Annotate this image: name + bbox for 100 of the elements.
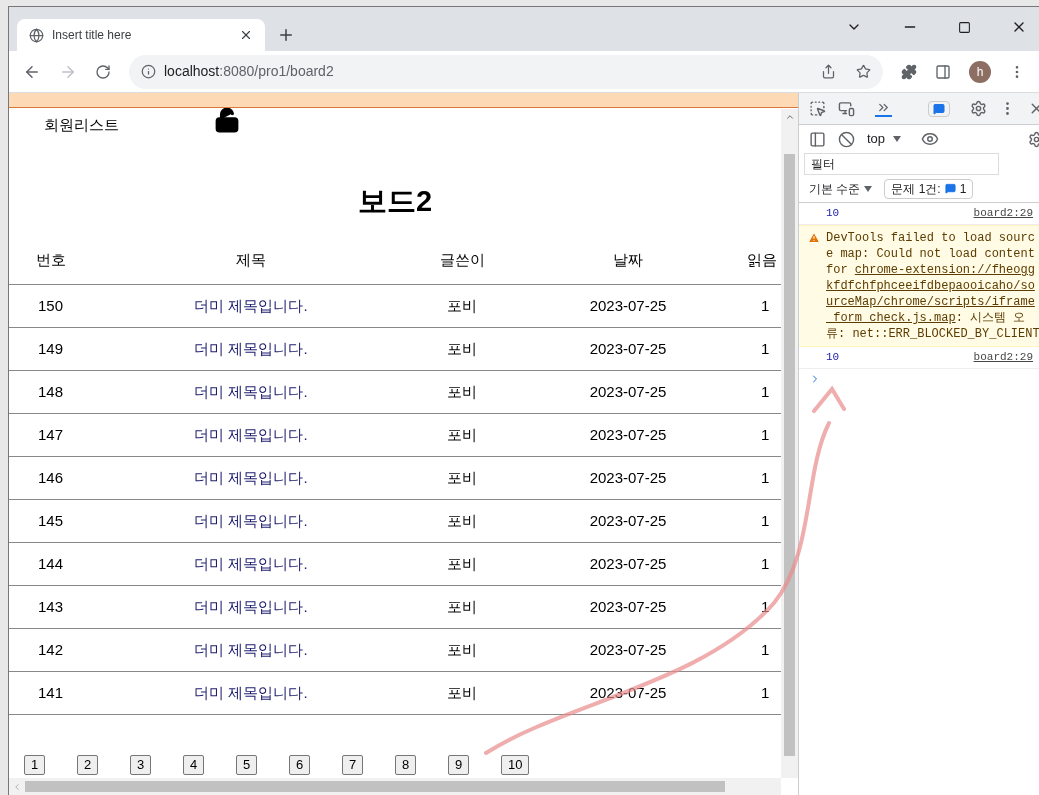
page-button[interactable]: 2 [77, 754, 99, 775]
reload-icon[interactable] [95, 63, 111, 80]
title-link[interactable]: 더미 제목입니다. [93, 466, 409, 490]
globe-icon [29, 27, 44, 43]
table-cell-text: 1 [760, 553, 771, 574]
column-header: 읽음 [746, 249, 778, 270]
table-cell-text: 2023-07-25 [588, 596, 668, 617]
column-header: 제목 [235, 249, 267, 270]
unlocked-icon[interactable] [214, 108, 240, 133]
table-cell-text: 1 [760, 596, 771, 617]
table-cell-text: 포비 [446, 510, 478, 531]
table-cell-text: 150 [37, 295, 65, 316]
side-panel-icon[interactable] [935, 63, 951, 80]
tab-title: Insert title here [52, 27, 133, 44]
page-button[interactable]: 4 [183, 754, 205, 775]
browser-tab[interactable]: Insert title here [17, 19, 265, 51]
page-button[interactable]: 8 [395, 754, 417, 775]
table-cell-text: 포비 [446, 338, 478, 359]
page-heading: 보드2 [356, 184, 434, 219]
table-cell-text: 147 [37, 424, 65, 445]
scroll-up-icon[interactable] [784, 112, 795, 122]
issues-button[interactable]: 문제 1건: 1 [884, 178, 974, 199]
url-text: localhost:8080/pro1/board2 [164, 62, 335, 81]
table-cell-text: 2023-07-25 [588, 424, 668, 445]
info-icon [141, 64, 156, 79]
table-cell-text: 144 [37, 553, 65, 574]
close-tab-icon[interactable] [239, 28, 253, 42]
vertical-scrollbar[interactable] [781, 109, 798, 778]
table-cell-text: 포비 [446, 381, 478, 402]
table-cell-text: 2023-07-25 [588, 510, 668, 531]
horizontal-scrollbar[interactable] [9, 778, 781, 795]
table-cell-text: 포비 [446, 639, 478, 660]
device-toolbar-icon[interactable] [838, 100, 855, 117]
inspect-icon[interactable] [809, 100, 826, 117]
table-cell-text: 2023-07-25 [588, 639, 668, 660]
table-cell-text: 2023-07-25 [588, 553, 668, 574]
extensions-icon[interactable] [901, 63, 917, 80]
title-link[interactable]: 더미 제목입니다. [93, 638, 409, 662]
table-cell-text: 141 [37, 682, 65, 703]
levels-dropdown[interactable]: 기본 수준 [809, 179, 873, 198]
table-cell-text: 142 [37, 639, 65, 660]
table-cell-text: 포비 [446, 424, 478, 445]
table-cell-text: 1 [760, 338, 771, 359]
warning-text: DevTools failed to load source map: Could not load content for chrome-extension://fheoggkfdfchfphceeifdbepaooicaho/sourceMap/chrome/scripts/iframe_form_check.js.map: 시스템 오류: net::ERR_BLOCKED_BY_CLIENT [826, 231, 1039, 341]
filter-field[interactable]: 필터 [804, 153, 999, 175]
table-cell-text: 1 [760, 639, 771, 660]
title-link[interactable]: 더미 제목입니다. [93, 509, 409, 533]
page-button[interactable]: 10 [501, 754, 530, 775]
table-cell-text: 2023-07-25 [588, 467, 668, 488]
title-link[interactable]: 더미 제목입니다. [93, 380, 409, 404]
title-link[interactable]: 더미 제목입니다. [93, 595, 409, 619]
source-link[interactable]: board2:29 [973, 205, 1033, 222]
table-cell-text: 2023-07-25 [588, 381, 668, 402]
column-header: 날짜 [612, 249, 644, 270]
profile-avatar[interactable]: h [969, 60, 991, 83]
settings-icon[interactable] [970, 100, 987, 117]
member-list-link[interactable]: 회원리스트 [44, 113, 119, 137]
log-value: 10 [826, 350, 840, 366]
column-header: 번호 [35, 249, 67, 270]
page-button[interactable]: 6 [289, 754, 311, 775]
bookmark-icon[interactable] [856, 64, 871, 79]
table-cell-text: 149 [37, 338, 65, 359]
eye-icon[interactable] [921, 130, 940, 148]
table-cell-text: 포비 [446, 682, 478, 703]
table-cell-text: 1 [760, 510, 771, 531]
address-bar[interactable]: localhost:8080/pro1/board2 [129, 54, 883, 89]
title-link[interactable]: 더미 제목입니다. [93, 337, 409, 361]
issues-badge[interactable] [928, 100, 950, 117]
table-cell-text: 2023-07-25 [588, 338, 668, 359]
table-cell-text: 146 [37, 467, 65, 488]
maximize-icon[interactable] [958, 20, 971, 34]
source-link[interactable]: board2:29 [973, 349, 1033, 366]
sidebar-toggle-icon[interactable] [809, 130, 826, 148]
share-icon[interactable] [821, 64, 836, 79]
table-cell-text: 포비 [446, 295, 478, 316]
table-cell-text: 1 [760, 467, 771, 488]
table-cell-text: 1 [760, 682, 771, 703]
page-button[interactable]: 5 [236, 754, 258, 775]
table-cell-text: 143 [37, 596, 65, 617]
title-link[interactable]: 더미 제목입니다. [93, 423, 409, 447]
new-tab-icon[interactable] [277, 26, 295, 44]
title-link[interactable]: 더미 제목입니다. [93, 294, 409, 318]
table-cell-text: 1 [760, 381, 771, 402]
page-button[interactable]: 7 [342, 754, 364, 775]
message-icon [944, 183, 956, 194]
title-link[interactable]: 더미 제목입니다. [93, 552, 409, 576]
table-cell-text: 145 [37, 510, 65, 531]
clear-console-icon[interactable] [838, 130, 855, 148]
page-button[interactable]: 9 [448, 754, 470, 775]
table-cell-text: 2023-07-25 [588, 295, 668, 316]
table-cell-text: 1 [760, 424, 771, 445]
table-cell-text: 2023-07-25 [588, 682, 668, 703]
context-dropdown[interactable]: top [867, 129, 902, 149]
title-link[interactable]: 더미 제목입니다. [93, 681, 409, 705]
log-value: 10 [826, 206, 840, 222]
column-header: 글쓴이 [438, 249, 486, 270]
page-button[interactable]: 3 [130, 754, 152, 775]
caret-icon [893, 136, 902, 142]
table-cell-text: 포비 [446, 596, 478, 617]
page-button[interactable]: 1 [24, 754, 46, 775]
